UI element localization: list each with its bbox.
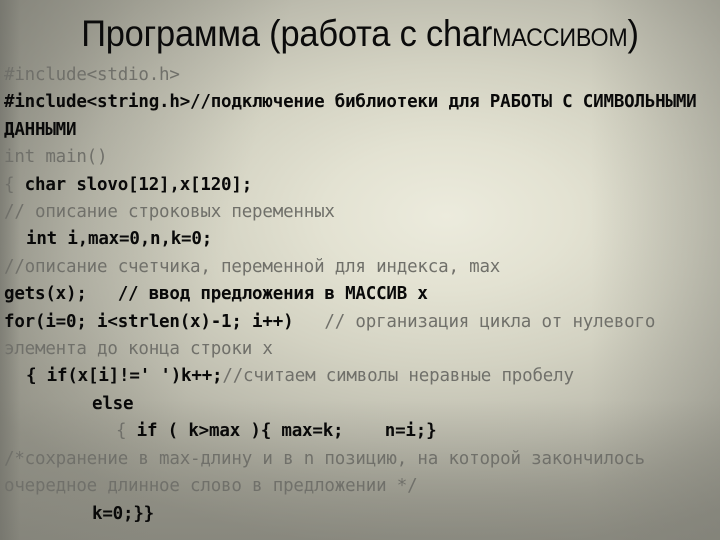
line-comment-counter: //описание счетчика, переменной для инде… <box>4 254 720 281</box>
line-comment-strings: // описание строковых переменных <box>4 199 720 226</box>
line-if-kmax-span-1: if ( k>max ){ max=k; n=i;} <box>136 421 437 442</box>
line-include-string-span-0: #include<string.h>//подключение библиоте… <box>4 92 707 140</box>
title-part-massivom: МАССИВОМ <box>492 24 628 52</box>
line-comment-counter-span-0: //описание счетчика, переменной для инде… <box>4 256 501 277</box>
line-include-string: #include<string.h>//подключение библиоте… <box>4 89 720 144</box>
line-else-span-0: else <box>92 393 134 414</box>
presentation-slide: Программа (работа с charМАССИВОМ) #inclu… <box>0 0 720 540</box>
line-comment-save: /*сохранение в max-длину и в n позицию, … <box>4 446 720 501</box>
line-gets: gets(x); // ввод предложения в МАССИВ x <box>4 281 720 308</box>
title-part-main: Программа (работа с <box>81 13 426 54</box>
line-int-vars-span-0: int i,max=0,n,k=0; <box>26 229 213 250</box>
line-char-decl-span-0: { <box>4 174 25 195</box>
code-listing: #include<stdio.h> #include<string.h>//под… <box>4 62 720 528</box>
line-gets-span-0: gets(x); // ввод предложения в МАССИВ x <box>4 284 428 305</box>
line-int-main-span-0: int main() <box>4 147 108 168</box>
line-for-span-0: for(i=0; i<strlen(x)-1; i++) <box>4 311 294 332</box>
line-int-main: int main() <box>4 144 720 171</box>
line-k-reset-span-0: k=0;}} <box>92 503 155 524</box>
line-char-decl: { char slovo[12],x[120]; <box>4 172 720 199</box>
line-comment-strings-span-0: // описание строковых переменных <box>4 202 335 223</box>
line-k-reset: k=0;}} <box>4 501 720 528</box>
line-int-vars: int i,max=0,n,k=0; <box>4 226 720 253</box>
line-else: else <box>4 391 720 418</box>
line-include-stdio: #include<stdio.h> <box>4 62 720 89</box>
slide-title: Программа (работа с charМАССИВОМ) <box>25 14 695 58</box>
line-char-decl-span-1: char slovo[12],x[120]; <box>24 174 253 195</box>
line-if-kmax: { if ( k>max ){ max=k; n=i;} <box>4 418 720 445</box>
line-if-not-space-span-0: { if(x[i]!=' ')k++; <box>26 366 223 387</box>
line-comment-save-span-0: /*сохранение в max-длину и в n позицию, … <box>4 448 656 497</box>
title-part-char: char <box>425 13 493 54</box>
line-if-not-space: { if(x[i]!=' ')k++;//считаем символы нер… <box>4 363 720 390</box>
line-if-kmax-span-0: { <box>116 421 137 442</box>
title-part-paren: ) <box>627 13 639 54</box>
line-for: for(i=0; i<strlen(x)-1; i++) // организа… <box>4 309 720 364</box>
line-include-stdio-span-0: #include<stdio.h> <box>4 65 180 85</box>
line-if-not-space-span-1: //считаем символы неравные пробелу <box>222 366 574 387</box>
